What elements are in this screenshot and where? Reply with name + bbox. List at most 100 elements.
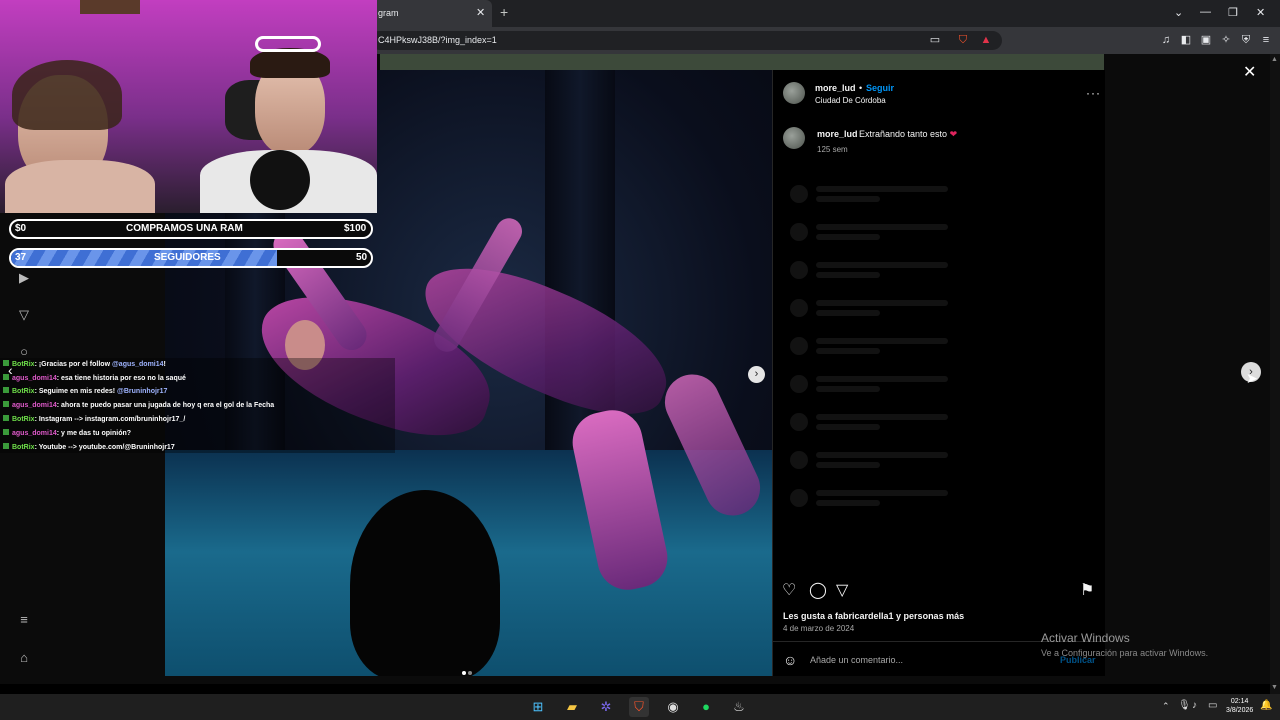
browser-menu-icon[interactable]: ≡ <box>1259 33 1273 47</box>
skeleton-line <box>816 414 948 420</box>
skeleton-avatar <box>790 261 808 279</box>
maximize-icon[interactable]: ❐ <box>1228 6 1238 19</box>
chat-message: agus_domi14: y me das tu opinión? <box>3 429 131 437</box>
brave-shield-icon[interactable]: ⛉ <box>956 33 970 47</box>
activate-windows-title: Activar Windows <box>1041 631 1130 645</box>
shelf <box>80 0 140 14</box>
save-bookmark-icon[interactable]: ⚑ <box>1080 582 1094 600</box>
brave-taskbar-icon[interactable]: ⛉ <box>629 697 649 717</box>
separator-dot: • <box>859 83 863 93</box>
streamer-hair <box>12 60 122 130</box>
webcam-feed <box>0 0 377 213</box>
avatar[interactable] <box>783 82 805 104</box>
badge-icon <box>3 429 9 435</box>
goal-start: $0 <box>15 223 27 234</box>
chat-end: ! <box>163 361 166 368</box>
post-username[interactable]: more_lud <box>815 83 856 93</box>
badge-icon <box>3 387 9 393</box>
skeleton-avatar <box>790 223 808 241</box>
clock-time: 02:14 <box>1230 698 1249 705</box>
chat-text: : Youtube --> youtube.com/@Bruninhojr17 <box>34 444 175 451</box>
wallet-icon[interactable]: ▣ <box>1199 33 1213 47</box>
audience-silhouette <box>350 490 500 676</box>
new-tab-icon[interactable]: + <box>500 4 508 20</box>
chat-username: BotRix <box>12 388 35 395</box>
chat-username: agus_domi14 <box>12 430 57 437</box>
background-page-strip <box>380 54 1104 70</box>
file-explorer-icon[interactable]: ▰ <box>562 697 582 717</box>
carousel-next-icon[interactable]: › <box>748 366 765 383</box>
skeleton-avatar <box>790 337 808 355</box>
caption-username[interactable]: more_lud <box>817 129 858 139</box>
badge-icon <box>3 443 9 449</box>
media-icon[interactable]: ♫ <box>1159 33 1173 47</box>
clock-date: 3/8/2026 <box>1226 707 1254 714</box>
minimize-icon[interactable]: — <box>1200 6 1211 18</box>
tab-search-chevron-icon[interactable]: ⌄ <box>1174 6 1183 19</box>
chat-message: agus_domi14: esa tiene historia por eso … <box>3 374 186 382</box>
notification-bell-icon[interactable]: 🔔 <box>1260 700 1272 711</box>
reels-icon[interactable]: ▶ <box>16 270 32 286</box>
tray-overflow-icon[interactable]: ⌃ <box>1162 701 1170 712</box>
follow-button[interactable]: Seguir <box>866 83 894 93</box>
skeleton-line <box>816 376 948 382</box>
messages-icon[interactable]: ▽ <box>16 307 32 323</box>
skeleton-line <box>816 300 948 306</box>
brave-rewards-icon[interactable]: ▲ <box>979 33 993 47</box>
sunglasses-prop <box>255 36 321 52</box>
app-icon[interactable]: ✲ <box>596 697 616 717</box>
chat-mention: @Bruninhojr17 <box>117 388 168 395</box>
activate-windows-text: Ve a Configuración para activar Windows. <box>1041 648 1209 658</box>
network-icon[interactable]: ▭ <box>1208 700 1217 711</box>
spotify-icon[interactable]: ● <box>696 697 716 717</box>
microphone-tray-icon[interactable]: 🎙 <box>1178 700 1191 711</box>
skeleton-avatar <box>790 375 808 393</box>
comment-icon[interactable]: ◯ <box>809 582 827 600</box>
steam-icon[interactable]: ♨ <box>729 697 749 717</box>
tab-close-icon[interactable]: ✕ <box>476 6 485 19</box>
volume-icon[interactable]: ♪ <box>1192 700 1197 711</box>
heart-emoji: ❤ <box>949 129 958 139</box>
carousel-dots <box>462 662 474 675</box>
skeleton-line <box>816 338 948 344</box>
caption-avatar[interactable] <box>783 127 805 149</box>
emoji-icon[interactable]: ☺ <box>783 652 797 668</box>
clock[interactable]: 02:14 3/8/2026 <box>1226 697 1253 715</box>
leo-ai-icon[interactable]: ✧ <box>1219 33 1233 47</box>
streamer2-hair <box>250 48 330 78</box>
post-location[interactable]: Ciudad De Córdoba <box>815 96 886 105</box>
url-text[interactable]: C4HPkswJ38B/?img_index=1 <box>378 35 497 45</box>
chat-username: BotRix <box>12 444 35 451</box>
threads-apps-icon[interactable]: ⌂ <box>16 650 32 666</box>
vpn-icon[interactable]: ⛨ <box>1239 33 1253 47</box>
share-icon[interactable]: ▽ <box>836 582 848 600</box>
followers-target: 50 <box>356 252 368 263</box>
prev-post-icon[interactable]: ‹ <box>8 362 13 378</box>
windows-start-icon[interactable]: ⊞ <box>528 697 548 717</box>
skeleton-avatar <box>790 299 808 317</box>
chat-username: BotRix <box>12 361 35 368</box>
close-icon[interactable]: ✕ <box>1243 62 1256 82</box>
sidebar-toggle-icon[interactable]: ◧ <box>1179 33 1193 47</box>
skeleton-line <box>816 490 948 496</box>
skeleton-line <box>816 186 948 192</box>
skeleton-avatar <box>790 489 808 507</box>
obs-icon[interactable]: ◉ <box>663 697 683 717</box>
skeleton-line <box>816 224 948 230</box>
caption-text: Extrañando tanto esto ❤ <box>859 129 958 139</box>
scroll-down-icon[interactable]: ▼ <box>1271 684 1278 691</box>
like-icon[interactable]: ♡ <box>782 582 796 600</box>
mouse-cursor-icon: ➤ <box>1246 370 1258 386</box>
likes-text[interactable]: Les gusta a fabricardella1 y personas má… <box>783 611 964 621</box>
window-close-icon[interactable]: ✕ <box>1256 6 1265 19</box>
skeleton-avatar <box>790 451 808 469</box>
badge-icon <box>3 415 9 421</box>
followers-title: SEGUIDORES <box>154 252 221 263</box>
scrollbar[interactable] <box>1270 54 1280 694</box>
comment-input[interactable]: Añade un comentario... <box>810 655 903 665</box>
more-menu-icon[interactable]: ≡ <box>16 612 32 628</box>
more-options-icon[interactable]: ··· <box>1086 86 1101 100</box>
chat-message: agus_domi14: ahora te puedo pasar una ju… <box>3 401 274 409</box>
cast-icon[interactable]: ▭ <box>928 33 942 47</box>
scroll-up-icon[interactable]: ▲ <box>1271 56 1278 63</box>
